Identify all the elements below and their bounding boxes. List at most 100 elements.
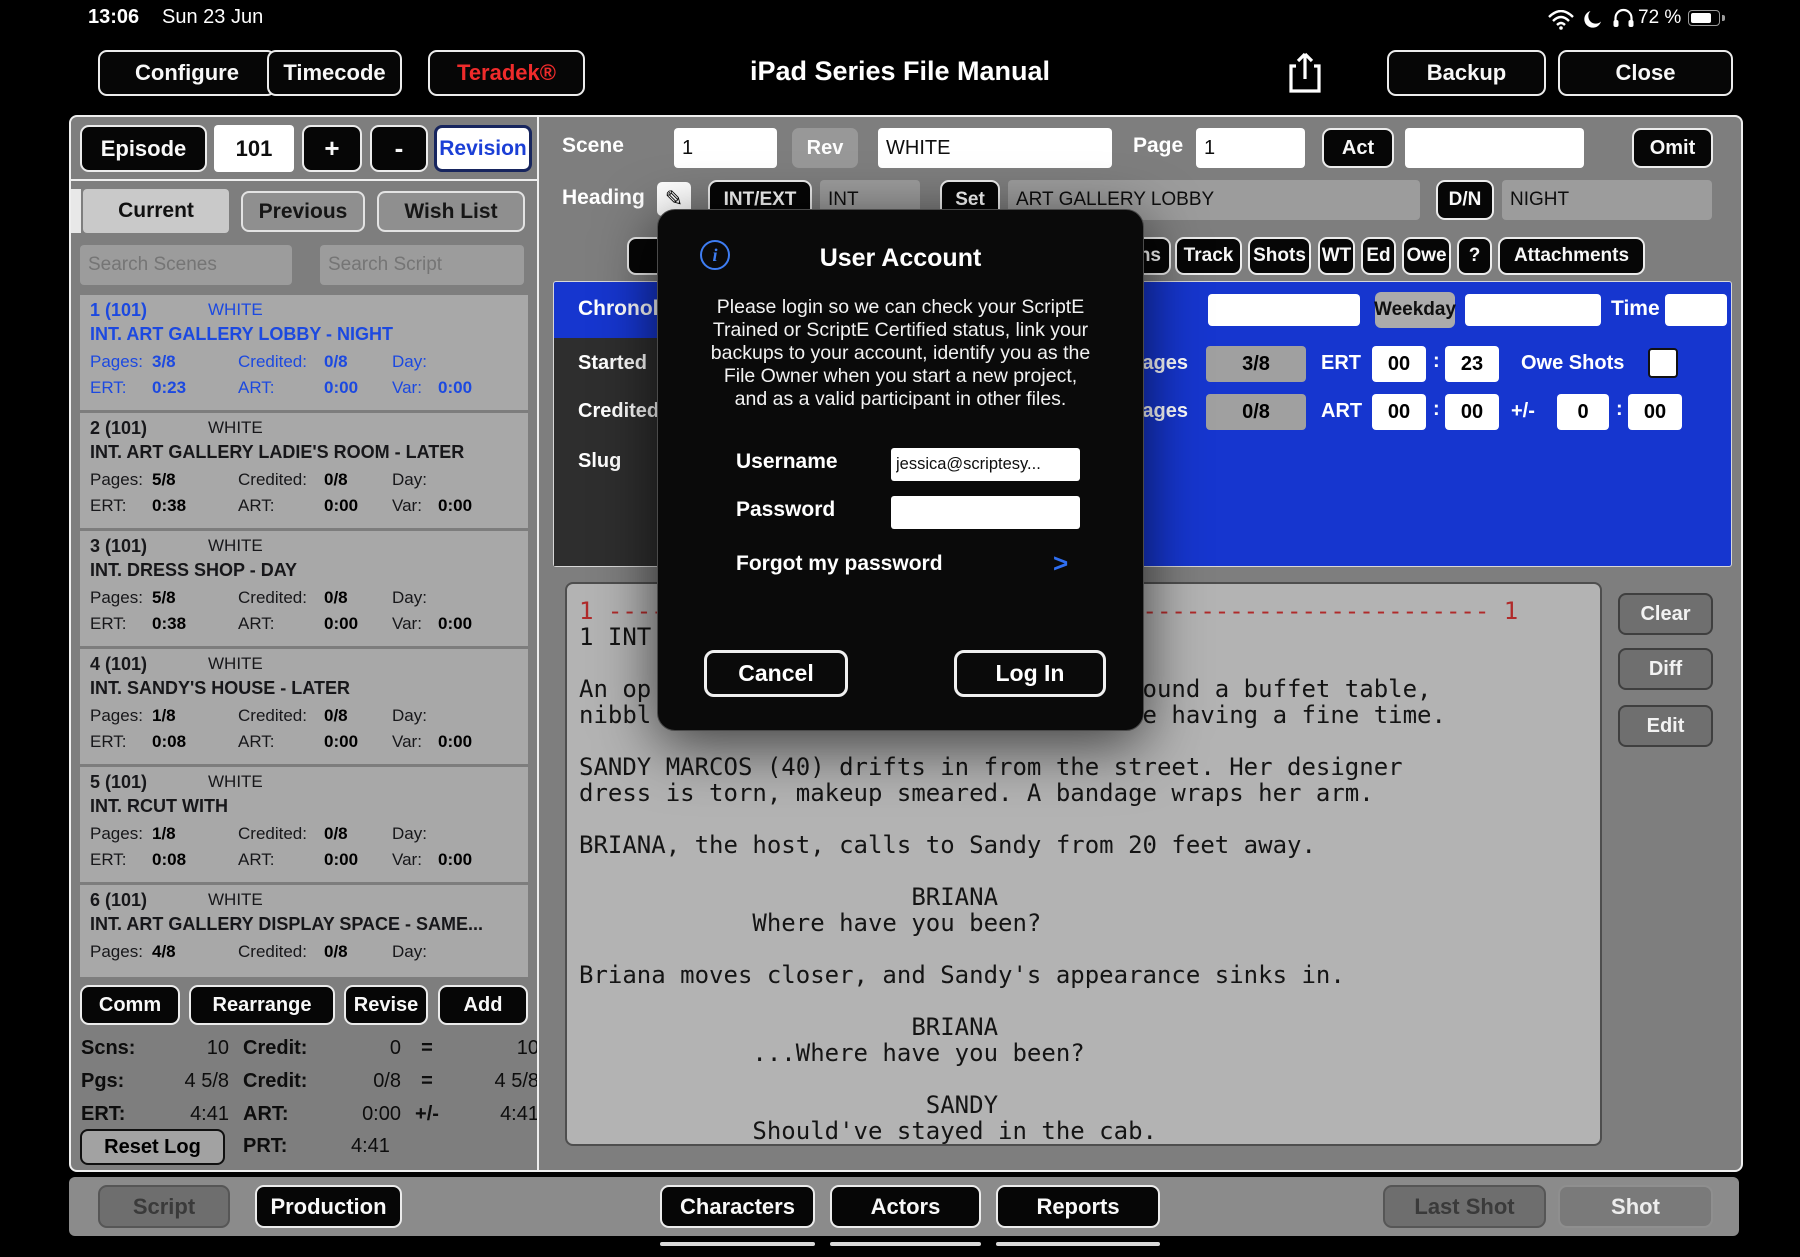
tab-previous[interactable]: Previous — [241, 191, 365, 232]
slug-label: Slug — [578, 450, 621, 473]
scene-number-input[interactable] — [674, 128, 777, 168]
episode-decrement-button[interactable]: - — [370, 125, 428, 172]
totals-row-scenes: Scns:10Credit:0=10 — [81, 1037, 539, 1060]
tab-shots[interactable]: Shots — [1248, 237, 1311, 275]
search-script-input[interactable] — [320, 245, 524, 285]
tab-track[interactable]: Track — [1175, 237, 1242, 275]
diff-button[interactable]: Diff — [1618, 648, 1713, 690]
heading-label: Heading — [562, 186, 645, 210]
last-shot-button[interactable]: Last Shot — [1383, 1185, 1546, 1228]
act-button[interactable]: Act — [1322, 128, 1394, 168]
started-pages-value[interactable]: 3/8 — [1206, 346, 1306, 382]
login-button[interactable]: Log In — [954, 650, 1106, 697]
share-icon[interactable] — [1283, 46, 1327, 98]
password-input[interactable] — [891, 496, 1080, 529]
credited-label: Credited — [578, 400, 659, 423]
prt-value: 4:41 — [351, 1135, 390, 1158]
totals-row-ert: ERT:4:41ART:0:00+/-4:41 — [81, 1103, 539, 1126]
username-label: Username — [736, 450, 838, 474]
clear-button[interactable]: Clear — [1618, 593, 1713, 635]
app-title: iPad Series File Manual — [640, 56, 1160, 87]
scene-list-item[interactable]: 3 (101)WHITE INT. DRESS SHOP - DAY Pages… — [80, 531, 528, 649]
owe-shots-checkbox[interactable] — [1648, 348, 1678, 378]
characters-button[interactable]: Characters — [660, 1185, 815, 1228]
add-button[interactable]: Add — [438, 985, 528, 1025]
actors-button[interactable]: Actors — [830, 1185, 981, 1228]
chronology-input-2[interactable] — [1465, 294, 1601, 326]
script-tab-button[interactable]: Script — [98, 1185, 230, 1228]
teradek-button[interactable]: Teradek® — [428, 50, 585, 96]
battery-tip — [1722, 15, 1725, 21]
battery-icon — [1688, 10, 1720, 26]
scene-label: Scene — [562, 134, 624, 158]
revision-color-input[interactable] — [878, 128, 1112, 168]
rearrange-button[interactable]: Rearrange — [189, 985, 335, 1025]
scene-list-item[interactable]: 1 (101)WHITE INT. ART GALLERY LOBBY - NI… — [80, 295, 528, 413]
revision-badge: WHITE — [208, 654, 263, 675]
tab-current[interactable]: Current — [83, 189, 229, 233]
tab-owe[interactable]: Owe — [1402, 237, 1451, 275]
variance-minutes-field[interactable]: 0 — [1557, 394, 1609, 430]
variance-seconds-field[interactable]: 00 — [1628, 394, 1682, 430]
production-button[interactable]: Production — [255, 1185, 402, 1228]
art-colon: : — [1433, 398, 1440, 421]
episode-increment-button[interactable]: + — [302, 125, 362, 172]
act-value-input[interactable] — [1405, 128, 1584, 168]
omit-button[interactable]: Omit — [1632, 128, 1713, 168]
scene-list-item[interactable]: 6 (101)WHITE INT. ART GALLERY DISPLAY SP… — [80, 885, 528, 977]
credited-pages-value[interactable]: 0/8 — [1206, 394, 1306, 430]
rev-button[interactable]: Rev — [792, 128, 858, 168]
status-date: Sun 23 Jun — [162, 6, 263, 29]
user-account-dialog: i User Account Please login so we can ch… — [657, 209, 1144, 731]
art-label: ART — [1321, 400, 1362, 423]
art-seconds-field[interactable]: 00 — [1445, 394, 1499, 430]
tab-wish-list[interactable]: Wish List — [377, 191, 525, 232]
configure-button[interactable]: Configure — [98, 50, 276, 96]
revision-badge: WHITE — [208, 418, 263, 439]
art-minutes-field[interactable]: 00 — [1372, 394, 1426, 430]
ipad-screen: 13:06 Sun 23 Jun 72 % Configure Timecode… — [0, 0, 1800, 1257]
page-number-input[interactable] — [1196, 128, 1305, 168]
day-night-button[interactable]: D/N — [1436, 180, 1494, 220]
time-label: Time — [1611, 297, 1660, 321]
ert-minutes-field[interactable]: 00 — [1372, 346, 1426, 382]
reset-log-button[interactable]: Reset Log — [80, 1129, 225, 1165]
reports-button[interactable]: Reports — [996, 1185, 1160, 1228]
tab-ed[interactable]: Ed — [1361, 237, 1396, 275]
shot-button[interactable]: Shot — [1558, 1185, 1713, 1228]
dialog-body: Please login so we can check your Script… — [686, 296, 1115, 411]
tab-wt[interactable]: WT — [1318, 237, 1355, 275]
close-button[interactable]: Close — [1558, 50, 1733, 96]
timecode-button[interactable]: Timecode — [267, 50, 402, 96]
prt-label: PRT: — [243, 1135, 287, 1158]
episode-number-input[interactable] — [214, 125, 294, 172]
sidebar-divider-line — [71, 179, 537, 181]
forgot-password-arrow-icon[interactable]: > — [1053, 548, 1068, 579]
edit-button[interactable]: Edit — [1618, 705, 1713, 747]
weekday-button[interactable]: Weekday — [1375, 292, 1455, 328]
revise-button[interactable]: Revise — [344, 985, 428, 1025]
scene-list-item[interactable]: 5 (101)WHITE INT. RCUT WITH Pages:1/8Cre… — [80, 767, 528, 885]
chronology-input-1[interactable] — [1208, 294, 1360, 326]
username-input[interactable] — [891, 448, 1080, 481]
scene-list: 1 (101)WHITE INT. ART GALLERY LOBBY - NI… — [80, 295, 528, 977]
tab-question[interactable]: ? — [1457, 237, 1492, 275]
scene-list-item[interactable]: 2 (101)WHITE INT. ART GALLERY LADIE'S RO… — [80, 413, 528, 531]
ert-seconds-field[interactable]: 23 — [1445, 346, 1499, 382]
day-night-input[interactable] — [1502, 180, 1712, 220]
time-input[interactable] — [1665, 294, 1727, 326]
episode-button[interactable]: Episode — [80, 125, 207, 172]
backup-button[interactable]: Backup — [1387, 50, 1546, 96]
revision-badge: WHITE — [208, 772, 263, 793]
scene-list-item[interactable]: 4 (101)WHITE INT. SANDY'S HOUSE - LATER … — [80, 649, 528, 767]
search-scenes-input[interactable] — [80, 245, 292, 285]
tab-attachments[interactable]: Attachments — [1498, 237, 1645, 275]
battery-percent: 72 % — [1638, 7, 1681, 29]
home-indicator-fragment — [660, 1242, 815, 1246]
chronology-tab[interactable]: Chronol — [578, 297, 658, 321]
cancel-button[interactable]: Cancel — [704, 650, 848, 697]
home-indicator-fragment — [996, 1242, 1160, 1246]
comm-button[interactable]: Comm — [80, 985, 180, 1025]
revision-button[interactable]: Revision — [434, 125, 532, 172]
forgot-password-link[interactable]: Forgot my password — [736, 552, 943, 576]
